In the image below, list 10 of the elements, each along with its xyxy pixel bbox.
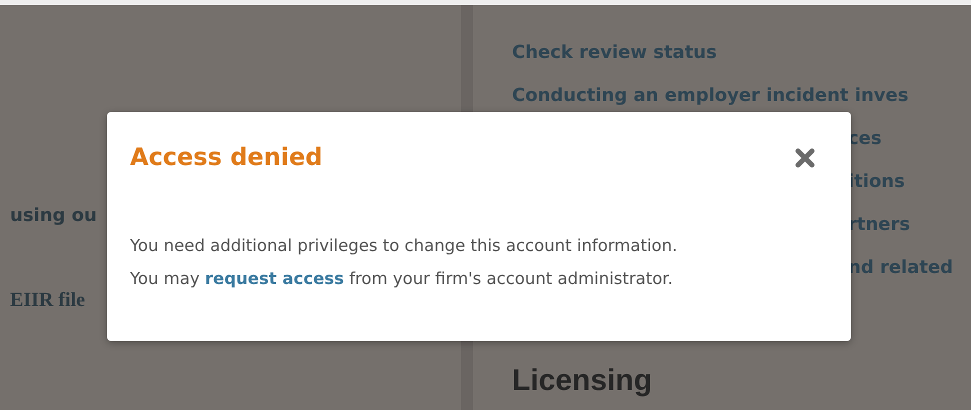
close-icon [795, 148, 815, 168]
close-button[interactable] [794, 147, 816, 169]
request-access-link[interactable]: request access [204, 269, 344, 288]
resource-link[interactable]: Check review status [512, 42, 717, 64]
dialog-message: You need additional privileges to change this account information. You may request access from your firm's account administrator. [130, 235, 678, 290]
page-text: EIIR file [10, 289, 85, 311]
section-heading: Licensing [512, 364, 652, 398]
page-text: using ou [10, 205, 97, 227]
resource-link[interactable]: Conducting an employer incident inves [512, 85, 908, 107]
dialog-title: Access denied [130, 142, 322, 172]
